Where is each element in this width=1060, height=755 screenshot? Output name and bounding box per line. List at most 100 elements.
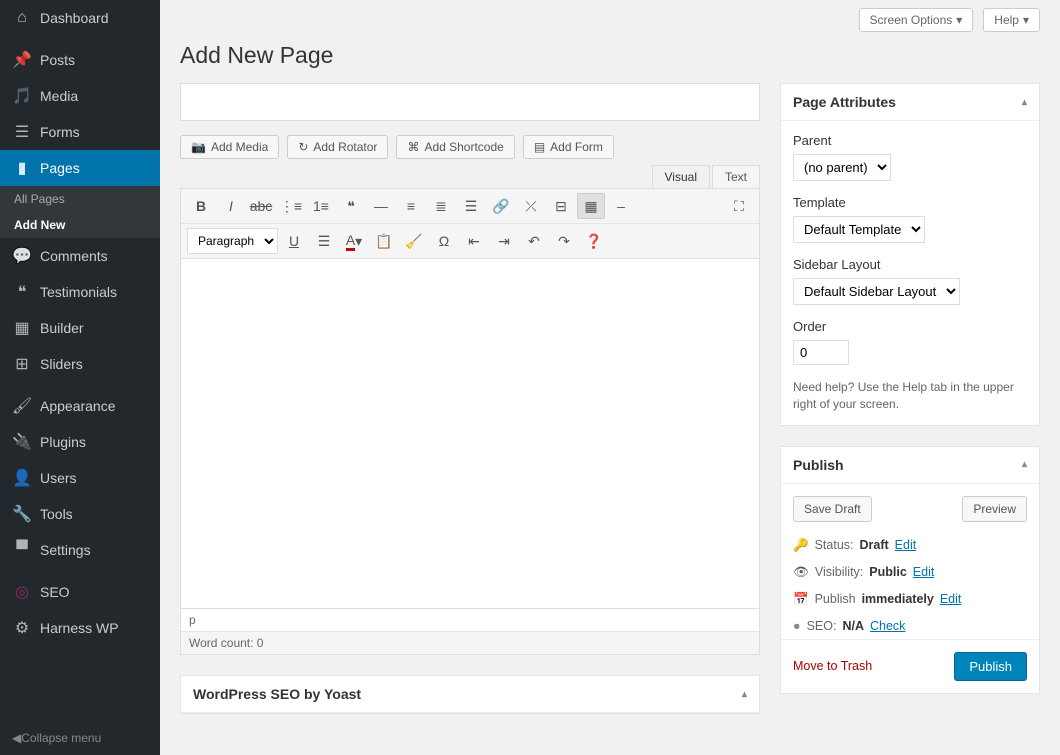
fullscreen-button[interactable]: ⛶ — [725, 193, 753, 219]
more-button[interactable]: ⊟ — [547, 193, 575, 219]
visibility-value: Public — [869, 565, 907, 579]
save-draft-button[interactable]: Save Draft — [793, 496, 872, 522]
redo-button[interactable]: ↷ — [550, 228, 578, 254]
add-shortcode-button[interactable]: ⌘Add Shortcode — [396, 135, 514, 159]
link-button[interactable]: 🔗 — [487, 193, 515, 219]
help-tab[interactable]: Help ▾ — [983, 8, 1040, 32]
quote-icon: ❝ — [12, 282, 32, 302]
sidebar-item-appearance[interactable]: 🖌Appearance — [0, 388, 160, 424]
yoast-title: WordPress SEO by Yoast — [193, 686, 361, 702]
sidebar-layout-select[interactable]: Default Sidebar Layout — [793, 278, 960, 305]
sidebar-item-posts[interactable]: 📌Posts — [0, 42, 160, 78]
indent-button[interactable]: ⇥ — [490, 228, 518, 254]
dot-icon: ● — [793, 619, 801, 633]
visibility-label: Visibility: — [815, 565, 863, 579]
sidebar-item-builder[interactable]: ▦Builder — [0, 310, 160, 346]
blockquote-button[interactable]: ❝ — [337, 193, 365, 219]
pin-icon: 📌 — [12, 50, 32, 70]
sidebar-label: Pages — [40, 160, 80, 176]
publish-edit-link[interactable]: Edit — [940, 592, 962, 606]
add-form-button[interactable]: ▤Add Form — [523, 135, 614, 159]
sidebar-item-comments[interactable]: 💬Comments — [0, 238, 160, 274]
media-icon: 🎵 — [12, 86, 32, 106]
format-select[interactable]: Paragraph — [187, 228, 278, 254]
submenu-all-pages[interactable]: All Pages — [0, 186, 160, 212]
chevron-up-icon: ▴ — [1022, 97, 1027, 108]
page-attributes-metabox: Page Attributes ▴ Parent (no parent) Tem… — [780, 83, 1040, 426]
status-value: Draft — [860, 538, 889, 552]
sidebar-item-media[interactable]: 🎵Media — [0, 78, 160, 114]
number-list-button[interactable]: 1≡ — [307, 193, 335, 219]
collapse-menu[interactable]: ◀Collapse menu — [0, 721, 160, 755]
page-title-input[interactable] — [180, 83, 760, 121]
special-char-button[interactable]: Ω — [430, 228, 458, 254]
tab-text[interactable]: Text — [712, 165, 760, 188]
page-attributes-toggle[interactable]: Page Attributes ▴ — [781, 84, 1039, 121]
justify-button[interactable]: ☰ — [310, 228, 338, 254]
sidebar-label: Tools — [40, 506, 73, 522]
editor-content[interactable] — [180, 259, 760, 609]
sidebar-item-settings[interactable]: ▀Settings — [0, 532, 160, 568]
clear-format-button[interactable]: 🧹 — [400, 228, 428, 254]
text-color-button[interactable]: A▾ — [340, 228, 368, 254]
add-media-button[interactable]: 📷Add Media — [180, 135, 279, 159]
tab-visual[interactable]: Visual — [652, 165, 710, 188]
publish-button[interactable]: Publish — [954, 652, 1027, 681]
sidebar-label: Plugins — [40, 434, 86, 450]
align-right-button[interactable]: ☰ — [457, 193, 485, 219]
publish-toggle[interactable]: Publish ▴ — [781, 447, 1039, 484]
template-label: Template — [793, 195, 1027, 210]
attributes-title: Page Attributes — [793, 94, 896, 110]
forms-icon: ☰ — [12, 122, 32, 142]
rotate-icon: ↻ — [298, 140, 308, 154]
visibility-edit-link[interactable]: Edit — [913, 565, 935, 579]
strike-button[interactable]: abc — [247, 193, 275, 219]
minus-button[interactable]: – — [607, 193, 635, 219]
bold-button[interactable]: B — [187, 193, 215, 219]
template-select[interactable]: Default Template — [793, 216, 925, 243]
btn-label: Add Media — [211, 140, 268, 154]
sidebar-item-dashboard[interactable]: ⌂Dashboard — [0, 0, 160, 36]
btn-label: Add Shortcode — [424, 140, 503, 154]
italic-button[interactable]: I — [217, 193, 245, 219]
sidebar-item-sliders[interactable]: ⊞Sliders — [0, 346, 160, 382]
toggle-toolbar-button[interactable]: ▦ — [577, 193, 605, 219]
form-icon: ▤ — [534, 140, 545, 154]
plug-icon: 🔌 — [12, 432, 32, 452]
element-path: p — [181, 609, 759, 632]
unlink-button[interactable]: ⤫ — [517, 193, 545, 219]
move-to-trash-link[interactable]: Move to Trash — [793, 659, 872, 673]
collapse-label: Collapse menu — [21, 731, 101, 745]
sidebar-item-pages[interactable]: ▮Pages — [0, 150, 160, 186]
yoast-seo-metabox: WordPress SEO by Yoast ▴ — [180, 675, 760, 714]
sidebar-item-seo[interactable]: ◎SEO — [0, 574, 160, 610]
preview-button[interactable]: Preview — [962, 496, 1027, 522]
underline-button[interactable]: U — [280, 228, 308, 254]
sidebar-item-plugins[interactable]: 🔌 Plugins — [0, 424, 160, 460]
yoast-seo-toggle[interactable]: WordPress SEO by Yoast ▴ — [181, 676, 759, 713]
word-count: Word count: 0 — [181, 632, 759, 654]
seo-check-link[interactable]: Check — [870, 619, 905, 633]
parent-label: Parent — [793, 133, 1027, 148]
order-input[interactable] — [793, 340, 849, 365]
outdent-button[interactable]: ⇤ — [460, 228, 488, 254]
hr-button[interactable]: — — [367, 193, 395, 219]
align-left-button[interactable]: ≡ — [397, 193, 425, 219]
add-rotator-button[interactable]: ↻Add Rotator — [287, 135, 388, 159]
submenu-add-new[interactable]: Add New — [0, 212, 160, 238]
parent-select[interactable]: (no parent) — [793, 154, 891, 181]
paste-text-button[interactable]: 📋 — [370, 228, 398, 254]
sidebar-item-testimonials[interactable]: ❝Testimonials — [0, 274, 160, 310]
help-button[interactable]: ❓ — [580, 228, 608, 254]
sidebar-item-forms[interactable]: ☰Forms — [0, 114, 160, 150]
undo-button[interactable]: ↶ — [520, 228, 548, 254]
bullet-list-button[interactable]: ⋮≡ — [277, 193, 305, 219]
status-edit-link[interactable]: Edit — [895, 538, 917, 552]
align-center-button[interactable]: ≣ — [427, 193, 455, 219]
screen-options-tab[interactable]: Screen Options ▾ — [859, 8, 974, 32]
wrench-icon: 🔧 — [12, 504, 32, 524]
sidebar-item-tools[interactable]: 🔧 Tools — [0, 496, 160, 532]
calendar-icon: 📅 — [793, 592, 809, 607]
sidebar-item-users[interactable]: 👤Users — [0, 460, 160, 496]
sidebar-item-harness[interactable]: ⚙Harness WP — [0, 610, 160, 646]
